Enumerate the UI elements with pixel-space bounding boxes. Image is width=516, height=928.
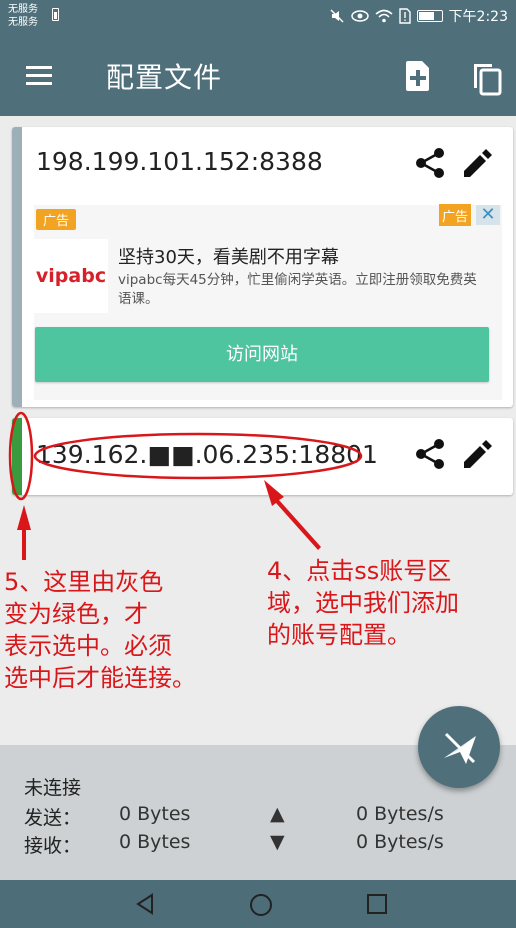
ad-headline: 坚持30天，看美剧不用字幕 — [118, 247, 339, 268]
profile-card[interactable]: 198.199.101.152:8388 广告 广告 ✕ vipabc 坚持30… — [12, 127, 513, 407]
carrier-line-1: 无服务 — [8, 4, 38, 15]
battery-icon — [416, 10, 443, 22]
sent-label: 发送： — [24, 807, 82, 829]
annotation-step4-line: 的账号配置。 — [267, 621, 411, 649]
arrow-step5 — [17, 505, 31, 560]
menu-button[interactable] — [22, 62, 56, 90]
copy-icon — [474, 64, 502, 96]
battery-saver-icon — [52, 8, 59, 21]
ad-description: vipabc每天45分钟，忙里偷闲学英语。立即注册领取免费英语课。 — [118, 272, 477, 307]
mute-icon — [330, 9, 344, 23]
annotation-step5-line: 表示选中。必须 — [4, 632, 172, 660]
share-button[interactable] — [412, 436, 448, 472]
connect-fab-button[interactable] — [418, 706, 500, 788]
ad-banner: 广告 广告 ✕ vipabc 坚持30天，看美剧不用字幕 vipabc每天45分… — [34, 204, 502, 400]
clock: 下午2:23 — [448, 9, 508, 25]
edit-icon — [464, 440, 492, 468]
share-button[interactable] — [412, 145, 448, 181]
copy-button[interactable] — [468, 58, 508, 98]
share-icon — [416, 439, 444, 469]
recv-rate: 0 Bytes/s — [356, 831, 444, 853]
nav-home-icon[interactable] — [248, 892, 274, 918]
sim-alert-icon — [398, 8, 411, 24]
annotation-step4-line: 域，选中我们添加 — [267, 589, 459, 617]
selection-indicator — [12, 127, 22, 407]
status-icons: 下午2:23 — [329, 6, 508, 26]
sent-rate: 0 Bytes/s — [356, 803, 444, 825]
annotation-step4: 4、点击ss账号区 域，选中我们添加 的账号配置。 — [267, 555, 459, 651]
connection-status: 未连接 — [24, 777, 82, 799]
add-file-icon — [406, 61, 429, 91]
paper-plane-off-icon — [444, 732, 476, 764]
carrier-status: 无服务 无服务 — [8, 3, 38, 29]
edit-button[interactable] — [460, 145, 496, 181]
ad-logo: vipabc — [34, 239, 108, 313]
selection-indicator — [12, 418, 22, 495]
ad-tag: 广告 — [36, 209, 77, 230]
share-icon — [416, 148, 444, 178]
add-profile-button[interactable] — [400, 58, 436, 94]
eye-icon — [350, 10, 369, 22]
recv-bytes: 0 Bytes — [119, 831, 191, 853]
status-bar: 无服务 无服务 下午2:23 — [0, 0, 516, 36]
page-title: 配置文件 — [106, 61, 223, 94]
system-nav-bar — [0, 880, 516, 928]
edit-button[interactable] — [460, 436, 496, 472]
annotation-step4-line: 4、点击ss账号区 — [267, 557, 452, 585]
annotation-step5-line: 选中后才能连接。 — [4, 664, 196, 692]
wifi-icon — [375, 9, 393, 23]
recv-label: 接收： — [24, 835, 82, 857]
nav-recent-icon[interactable] — [366, 893, 388, 915]
ad-close-icon[interactable]: ✕ — [476, 205, 500, 225]
sent-bytes: 0 Bytes — [119, 803, 191, 825]
server-address: 139.162.■■.06.235:18801 — [36, 440, 378, 469]
nav-back-icon[interactable] — [133, 892, 157, 916]
carrier-line-2: 无服务 — [8, 17, 38, 28]
edit-icon — [464, 149, 492, 177]
annotation-step5-line: 变为绿色，才 — [4, 600, 148, 628]
app-bar: 配置文件 — [0, 36, 516, 116]
upload-arrow-icon: ▲ — [270, 803, 285, 825]
annotation-step5: 5、这里由灰色 变为绿色，才 表示选中。必须 选中后才能连接。 — [4, 566, 196, 694]
download-arrow-icon: ▼ — [270, 831, 285, 853]
server-address: 198.199.101.152:8388 — [36, 147, 323, 176]
visit-website-button[interactable]: 访问网站 — [35, 327, 489, 382]
annotation-step5-line: 5、这里由灰色 — [4, 568, 164, 596]
profile-card-selected[interactable]: 139.162.■■.06.235:18801 — [12, 418, 513, 495]
ad-tag-right: 广告 — [439, 204, 472, 226]
